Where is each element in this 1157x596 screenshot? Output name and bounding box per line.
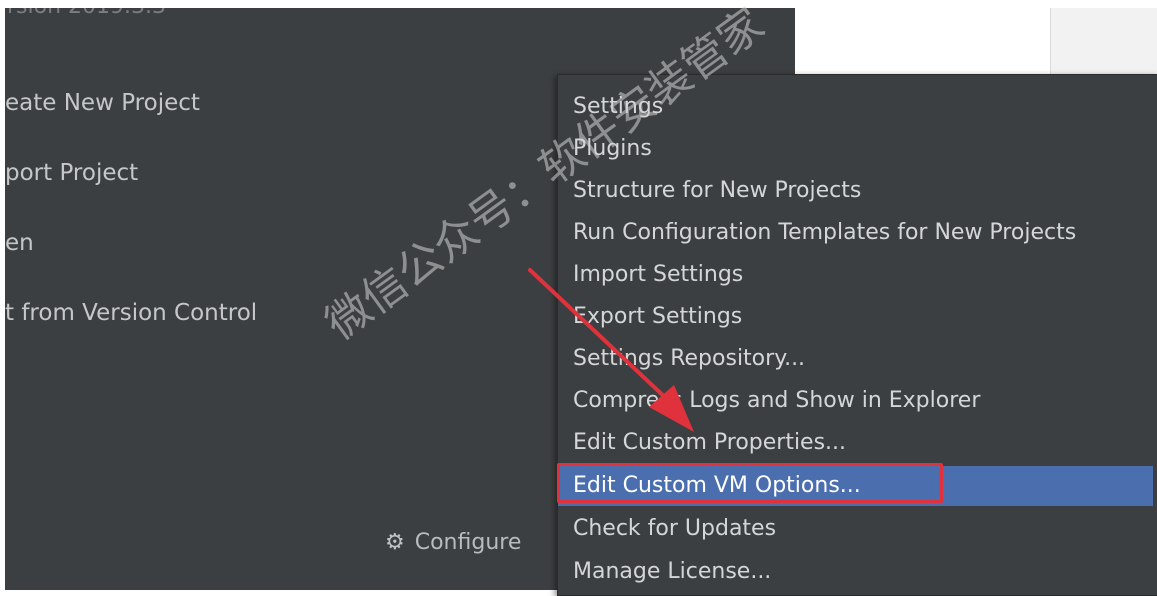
menu-item-settings-repository[interactable]: Settings Repository... [558, 339, 1153, 379]
menu-item-run-config-templates[interactable]: Run Configuration Templates for New Proj… [558, 213, 1153, 253]
configure-menu: Settings Plugins Structure for New Proje… [557, 74, 1157, 596]
menu-item-structure-new-projects[interactable]: Structure for New Projects [558, 171, 1153, 211]
gear-icon: ⚙ [385, 530, 405, 555]
menu-item-manage-license[interactable]: Manage License... [558, 552, 1153, 592]
menu-item-check-for-updates[interactable]: Check for Updates [558, 509, 1153, 549]
configure-label: Configure [414, 530, 522, 555]
menu-item-compress-logs[interactable]: Compress Logs and Show in Explorer [558, 381, 1153, 421]
menu-item-export-settings[interactable]: Export Settings [558, 297, 1153, 337]
create-new-project-link[interactable]: eate New Project [5, 90, 200, 116]
version-label: rsion 2019.3.3 [7, 8, 166, 19]
background-panel-inner [795, 8, 1051, 82]
menu-item-import-settings[interactable]: Import Settings [558, 255, 1153, 295]
import-project-link[interactable]: port Project [5, 160, 138, 186]
open-link[interactable]: en [5, 230, 34, 256]
configure-button[interactable]: ⚙ Configure [385, 530, 521, 555]
menu-item-edit-custom-properties[interactable]: Edit Custom Properties... [558, 423, 1153, 463]
background-panel [795, 8, 1157, 82]
highlight-box [557, 463, 943, 503]
checkout-from-vcs-link[interactable]: t from Version Control [5, 300, 257, 326]
menu-item-plugins[interactable]: Plugins [558, 129, 1153, 169]
